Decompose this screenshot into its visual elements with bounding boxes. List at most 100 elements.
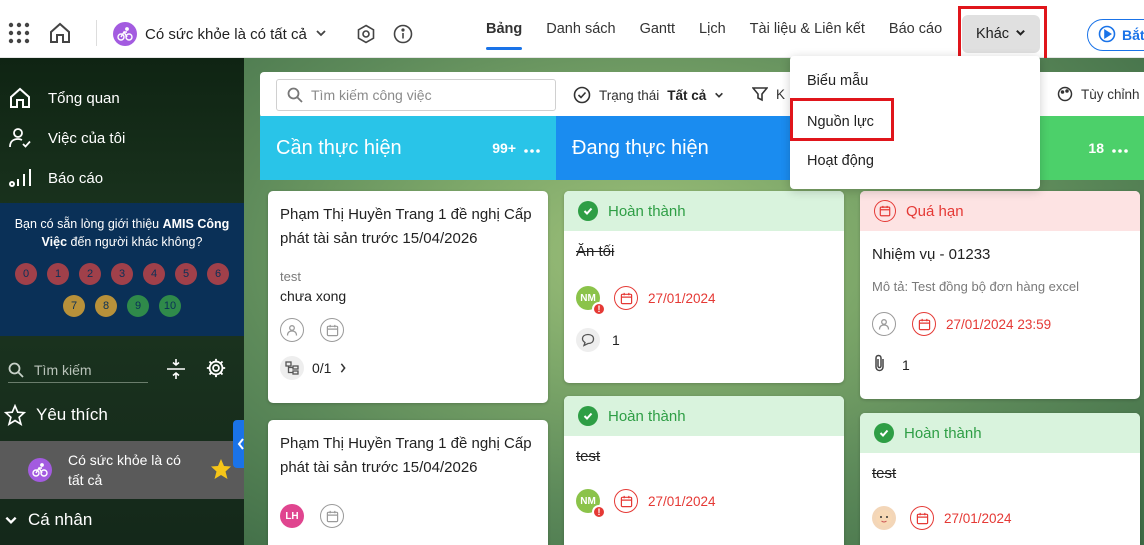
sidebar-item-reports[interactable]: Báo cáo <box>0 166 103 190</box>
personal-section[interactable]: Cá nhân <box>0 510 92 530</box>
favorite-project-item[interactable]: Có sức khỏe là có tất cả <box>0 441 244 499</box>
menu-item-activity[interactable]: Hoạt động <box>807 153 874 169</box>
check-circle-icon <box>573 86 591 104</box>
task-description: Mô tả: Test đồng bộ đơn hàng excel <box>872 279 1080 294</box>
task-title: Ăn tối <box>576 243 615 260</box>
user-check-icon <box>9 128 31 148</box>
column-count: 18 <box>1088 140 1104 156</box>
baby-face-icon <box>876 510 892 526</box>
star-filled-icon[interactable] <box>209 457 233 484</box>
nps-score-option[interactable]: 9 <box>127 295 149 317</box>
settings-hexagon-icon[interactable] <box>356 24 376 44</box>
task-title: Phạm Thị Huyền Trang 1 đề nghị Cấp phát … <box>280 206 532 247</box>
project-name: Có sức khỏe là có tất cả <box>145 25 307 43</box>
column-header-todo[interactable]: Cần thực hiện 99+ <box>260 116 556 180</box>
calendar-icon[interactable] <box>614 286 638 310</box>
task-card[interactable]: Phạm Thị Huyền Trang 1 đề nghị Cấp phát … <box>268 191 548 403</box>
tab-board[interactable]: Bảng <box>474 0 534 58</box>
sidebar: Tổng quan Việc của tôi Báo cáo Bạn có sẵ… <box>0 58 244 545</box>
home-icon[interactable] <box>48 21 72 45</box>
task-card[interactable]: Hoàn thành test NM ! 27/01/2024 <box>564 396 844 545</box>
task-card[interactable]: Hoàn thành test 27/01/2024 <box>860 413 1140 545</box>
alert-badge: ! <box>592 505 606 519</box>
tab-gantt[interactable]: Gantt <box>628 0 687 58</box>
start-button-label: Bắt <box>1122 27 1144 43</box>
nps-score-option[interactable]: 2 <box>79 263 101 285</box>
sidebar-item-label: Việc của tôi <box>48 129 126 147</box>
favorites-section[interactable]: Yêu thích <box>0 404 108 426</box>
nps-score-option[interactable]: 3 <box>111 263 133 285</box>
star-outline-icon <box>4 404 26 426</box>
sidebar-item-overview[interactable]: Tổng quan <box>0 86 120 110</box>
sidebar-item-my-tasks[interactable]: Việc của tôi <box>0 126 125 150</box>
comment-icon[interactable] <box>576 328 600 352</box>
tab-documents[interactable]: Tài liệu & Liên kết <box>738 0 877 58</box>
search-icon <box>8 362 24 378</box>
task-title: Phạm Thị Huyền Trang 1 đề nghị Cấp phát … <box>280 435 532 476</box>
gear-icon[interactable] <box>205 357 227 382</box>
task-search-input[interactable]: Tìm kiếm công việc <box>276 79 556 111</box>
assignee-avatar[interactable] <box>872 506 896 530</box>
column-title: Cần thực hiện <box>276 136 402 159</box>
nps-score-option[interactable]: 0 <box>15 263 37 285</box>
project-selector[interactable]: Có sức khỏe là có tất cả <box>113 22 327 46</box>
start-button[interactable]: Bắt <box>1087 19 1144 51</box>
nps-score-option[interactable]: 8 <box>95 295 117 317</box>
nps-score-option[interactable]: 4 <box>143 263 165 285</box>
more-icon[interactable] <box>1112 140 1128 156</box>
nps-score-option[interactable]: 5 <box>175 263 197 285</box>
due-date: 27/01/2024 23:59 <box>946 316 1052 332</box>
sidebar-search-input[interactable]: Tìm kiếm <box>8 357 148 383</box>
status-filter[interactable]: Trạng thái Tất cả <box>573 86 724 104</box>
assignee-avatar[interactable]: NM ! <box>576 489 606 519</box>
search-icon <box>287 87 303 103</box>
nps-score-row: 7 8 9 10 <box>6 295 238 317</box>
customize-button[interactable]: Tùy chỉnh <box>1057 86 1140 102</box>
calendar-icon[interactable] <box>614 489 638 513</box>
bar-chart-icon <box>9 169 31 187</box>
filter-button[interactable]: K <box>752 86 785 102</box>
more-icon[interactable] <box>524 140 540 156</box>
attachment-count: 1 <box>902 356 910 373</box>
tab-reports[interactable]: Báo cáo <box>877 0 954 58</box>
tab-calendar[interactable]: Lịch <box>687 0 738 58</box>
calendar-icon[interactable] <box>320 504 344 528</box>
calendar-icon[interactable] <box>910 506 934 530</box>
info-icon[interactable] <box>393 24 413 44</box>
bike-icon <box>28 458 52 482</box>
home-icon <box>10 87 30 108</box>
assignee-avatar[interactable]: LH <box>280 504 304 528</box>
status-badge: Hoàn thành <box>860 413 1140 453</box>
due-date: 27/01/2024 <box>648 290 716 306</box>
subtask-toggle[interactable]: 0/1 <box>280 356 536 380</box>
chevron-right-icon <box>341 363 347 373</box>
assignee-icon[interactable] <box>280 318 304 342</box>
calendar-icon[interactable] <box>320 318 344 342</box>
column-count: 99+ <box>492 140 516 156</box>
calendar-icon <box>874 200 896 222</box>
check-circle-icon <box>578 406 598 426</box>
view-tabs: Bảng Danh sách Gantt Lịch Tài liệu & Liê… <box>474 0 954 58</box>
nps-score-option[interactable]: 1 <box>47 263 69 285</box>
task-title: test <box>872 465 897 482</box>
nps-score-option[interactable]: 6 <box>207 263 229 285</box>
apps-grid-icon[interactable] <box>8 22 30 44</box>
task-card[interactable]: Quá hạn Nhiệm vụ - 01233 Mô tả: Test đồn… <box>860 191 1140 399</box>
assignee-avatar[interactable]: NM ! <box>576 286 606 316</box>
nps-survey: Bạn có sẵn lòng giới thiệu AMIS Công Việ… <box>0 203 244 336</box>
tab-list[interactable]: Danh sách <box>534 0 627 58</box>
paperclip-icon[interactable] <box>872 354 888 375</box>
subtask-icon <box>280 356 304 380</box>
top-bar: Có sức khỏe là có tất cả Bảng Danh sách … <box>0 0 1144 61</box>
highlight-box-resources <box>790 98 894 141</box>
nps-score-option[interactable]: 10 <box>159 295 181 317</box>
menu-item-forms[interactable]: Biểu mẫu <box>807 73 868 89</box>
collapse-all-icon[interactable] <box>166 358 186 383</box>
nps-score-option[interactable]: 7 <box>63 295 85 317</box>
task-card[interactable]: Hoàn thành Ăn tối NM ! 27/01/2024 1 <box>564 191 844 383</box>
task-card[interactable]: Phạm Thị Huyền Trang 1 đề nghị Cấp phát … <box>268 420 548 545</box>
assignee-icon[interactable] <box>872 312 896 336</box>
check-circle-icon <box>578 201 598 221</box>
calendar-icon[interactable] <box>912 312 936 336</box>
sidebar-search: Tìm kiếm <box>0 356 244 384</box>
